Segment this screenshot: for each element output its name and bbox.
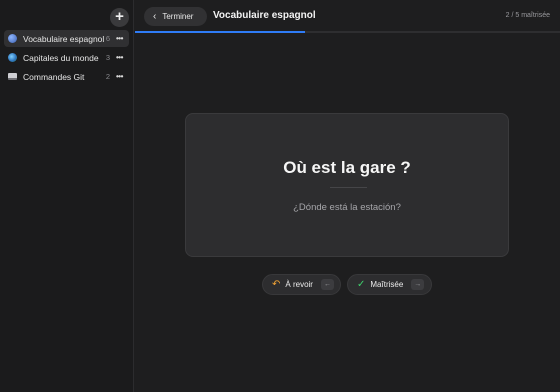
- back-button[interactable]: ‹ Terminer: [144, 7, 207, 26]
- deck-name: Commandes Git: [23, 71, 85, 82]
- bird-icon: [8, 34, 17, 43]
- mastered-label: Maîtrisée: [370, 280, 404, 289]
- globe-icon: [8, 53, 17, 62]
- more-icon[interactable]: •••: [116, 34, 126, 43]
- deck-name: Vocabulaire espagnol: [23, 33, 105, 44]
- header: ‹ Terminer Vocabulaire espagnol 2 / 5 ma…: [135, 0, 560, 31]
- deck-count: 3: [105, 53, 110, 62]
- progress-fill: [135, 31, 305, 33]
- undo-icon: ↶: [272, 278, 281, 290]
- more-icon[interactable]: •••: [116, 72, 126, 81]
- card-answer: ¿Dónde está la estación?: [293, 202, 401, 213]
- sidebar-item-vocabulaire-espagnol[interactable]: Vocabulaire espagnol 6 •••: [4, 30, 129, 47]
- sidebar: + Vocabulaire espagnol 6 ••• Capitales d…: [0, 0, 134, 392]
- laptop-icon: [8, 73, 17, 80]
- add-deck-button[interactable]: +: [110, 8, 129, 27]
- arrow-left-key-icon: ←: [320, 279, 334, 290]
- sidebar-item-capitales-du-monde[interactable]: Capitales du monde 3 •••: [4, 49, 129, 66]
- more-icon[interactable]: •••: [116, 53, 126, 62]
- card-question: Où est la gare ?: [283, 158, 411, 177]
- flashcard[interactable]: Où est la gare ? ¿Dónde está la estación…: [185, 113, 509, 257]
- mastered-button[interactable]: ✓ Maîtrisée →: [347, 274, 432, 295]
- back-label: Terminer: [162, 12, 194, 21]
- sidebar-item-commandes-git[interactable]: Commandes Git 2 •••: [4, 68, 129, 85]
- card-divider: [330, 187, 367, 188]
- deck-count: 2: [105, 72, 110, 81]
- review-again-button[interactable]: ↶ À revoir ←: [262, 274, 341, 295]
- deck-count: 6: [105, 34, 110, 43]
- review-label: À revoir: [285, 280, 313, 289]
- page-title: Vocabulaire espagnol: [213, 10, 316, 21]
- progress-counter: 2 / 5 maîtrisée: [505, 12, 550, 19]
- progress-bar: [135, 31, 560, 33]
- arrow-right-key-icon: →: [411, 279, 425, 290]
- deck-name: Capitales du monde: [23, 52, 99, 63]
- chevron-left-icon: ‹: [153, 10, 157, 22]
- check-icon: ✓: [357, 278, 366, 290]
